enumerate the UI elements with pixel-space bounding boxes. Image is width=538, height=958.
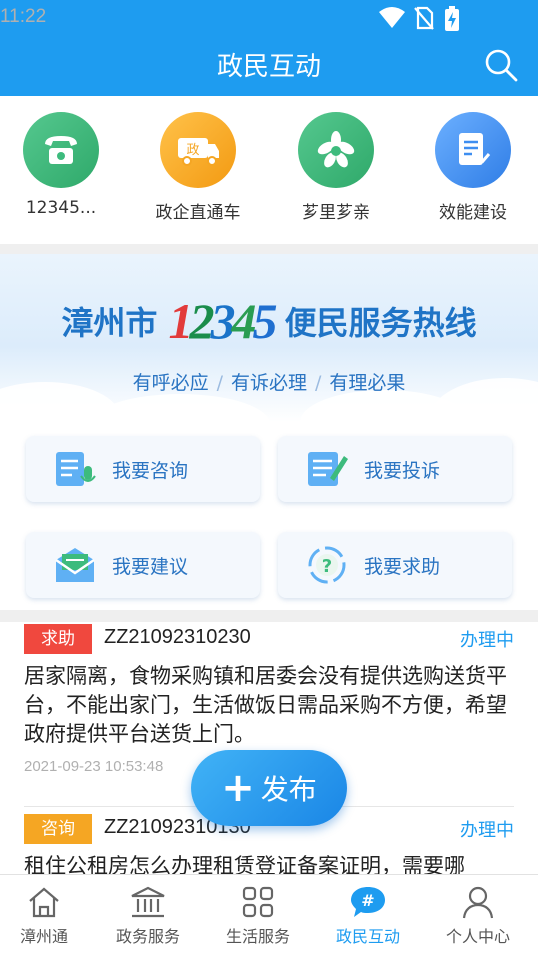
svg-text:政: 政	[186, 143, 199, 158]
quick-action-hotline[interactable]: 12345...	[11, 112, 111, 218]
home-icon	[29, 887, 59, 918]
nav-label: 政民互动	[335, 927, 400, 946]
banner-city: 漳州市	[61, 304, 158, 342]
search-icon[interactable]	[484, 48, 518, 82]
feed-timestamp: 2021-09-23 10:53:48	[24, 758, 164, 775]
quick-action-enterprise[interactable]: 政 政企直通车	[148, 112, 248, 223]
grid-icon	[242, 886, 274, 918]
help-icon: ?	[308, 546, 346, 584]
phone-icon	[23, 112, 99, 188]
quick-action-label: 12345...	[25, 198, 97, 218]
feed-content: 租住公租房怎么办理租赁登证备案证明，需要哪	[24, 854, 465, 874]
slogan-separator: /	[315, 372, 322, 394]
nav-label: 漳州通	[19, 927, 68, 946]
help-button[interactable]: ? 我要求助	[278, 532, 512, 598]
chat-hash-icon: #	[351, 887, 385, 917]
page-title: 政民互动	[216, 52, 321, 82]
publish-button[interactable]: + 发布	[191, 750, 347, 826]
complaint-button[interactable]: 我要投诉	[278, 436, 512, 502]
quick-action-community[interactable]: 芗里芗亲	[286, 112, 386, 223]
nav-item-profile[interactable]: 个人中心	[428, 885, 528, 947]
suggestion-button[interactable]: 我要建议	[26, 532, 260, 598]
status-time: 11:22	[0, 6, 47, 27]
nav-item-home[interactable]: 漳州通	[0, 885, 94, 947]
government-icon	[131, 886, 165, 918]
svg-text:#: #	[361, 891, 374, 910]
hotline-banner[interactable]: 漳州市 12345 便民服务热线 有呼必应 / 有诉必理 / 有理必果	[0, 254, 538, 422]
app-header: 11:22 政民互动	[0, 0, 538, 96]
banner-title: 漳州市 12345 便民服务热线	[0, 292, 538, 350]
suggestion-button-label: 我要建议	[112, 555, 189, 578]
banner-digit: 3	[210, 293, 236, 349]
banner-digit: 4	[231, 293, 257, 349]
category-badge: 求助	[24, 624, 92, 654]
nav-item-life[interactable]: 生活服务	[208, 885, 308, 947]
bottom-navigation: 漳州通 政务服务 生活服务 # 政民互动 个人中心	[0, 874, 538, 958]
slogan-item: 有理必果	[329, 372, 406, 394]
feed-content: 居家隔离，食物采购镇和居委会没有提供选购送货平台，不能出家门，生活做饭日需品采购…	[24, 664, 507, 746]
section-divider	[0, 610, 538, 622]
banner-digit: 2	[189, 293, 215, 349]
category-badge: 咨询	[24, 814, 92, 844]
status-bar: 11:22	[0, 0, 538, 36]
nav-item-government[interactable]: 政务服务	[98, 885, 198, 947]
slogan-item: 有诉必理	[230, 372, 307, 394]
person-icon	[462, 886, 494, 919]
banner-digit: 5	[252, 293, 278, 349]
banner-cloud-decoration	[90, 394, 270, 422]
interaction-feed: 求助 ZZ21092310230 办理中 居家隔离，食物采购镇和居委会没有提供选…	[0, 622, 538, 874]
section-divider	[0, 244, 538, 254]
complaint-icon	[308, 452, 348, 486]
flower-icon	[298, 112, 374, 188]
banner-hotline-number: 12345	[168, 292, 278, 350]
nav-item-interaction[interactable]: # 政民互动	[318, 885, 418, 947]
quick-action-efficiency[interactable]: 效能建设	[423, 112, 523, 223]
help-button-label: 我要求助	[364, 555, 441, 578]
publish-button-label: 发布	[260, 773, 317, 806]
banner-suffix: 便民服务热线	[284, 304, 477, 342]
banner-digit: 1	[168, 293, 194, 349]
complaint-button-label: 我要投诉	[364, 459, 441, 482]
svg-text:?: ?	[322, 556, 332, 577]
nav-label: 政务服务	[115, 927, 180, 946]
slogan-item: 有呼必应	[132, 372, 209, 394]
truck-icon: 政	[160, 112, 236, 188]
banner-slogan: 有呼必应 / 有诉必理 / 有理必果	[0, 368, 538, 395]
slogan-separator: /	[216, 372, 223, 394]
report-icon	[435, 112, 511, 188]
consult-icon	[56, 452, 96, 486]
status-badge: 办理中	[460, 630, 514, 651]
suggestion-icon	[55, 548, 95, 582]
nav-label: 生活服务	[225, 927, 290, 946]
ticket-code: ZZ21092310230	[104, 626, 251, 648]
consult-button-label: 我要咨询	[112, 459, 189, 482]
quick-action-label: 政企直通车	[155, 203, 241, 223]
plus-icon: +	[221, 765, 255, 811]
nav-label: 个人中心	[445, 927, 510, 946]
quick-actions: 12345... 政 政企直通车 芗里芗亲 效能建设	[0, 96, 538, 244]
quick-action-label: 效能建设	[439, 203, 507, 223]
consult-button[interactable]: 我要咨询	[26, 436, 260, 502]
quick-action-label: 芗里芗亲	[302, 203, 370, 223]
status-badge: 办理中	[460, 820, 514, 841]
